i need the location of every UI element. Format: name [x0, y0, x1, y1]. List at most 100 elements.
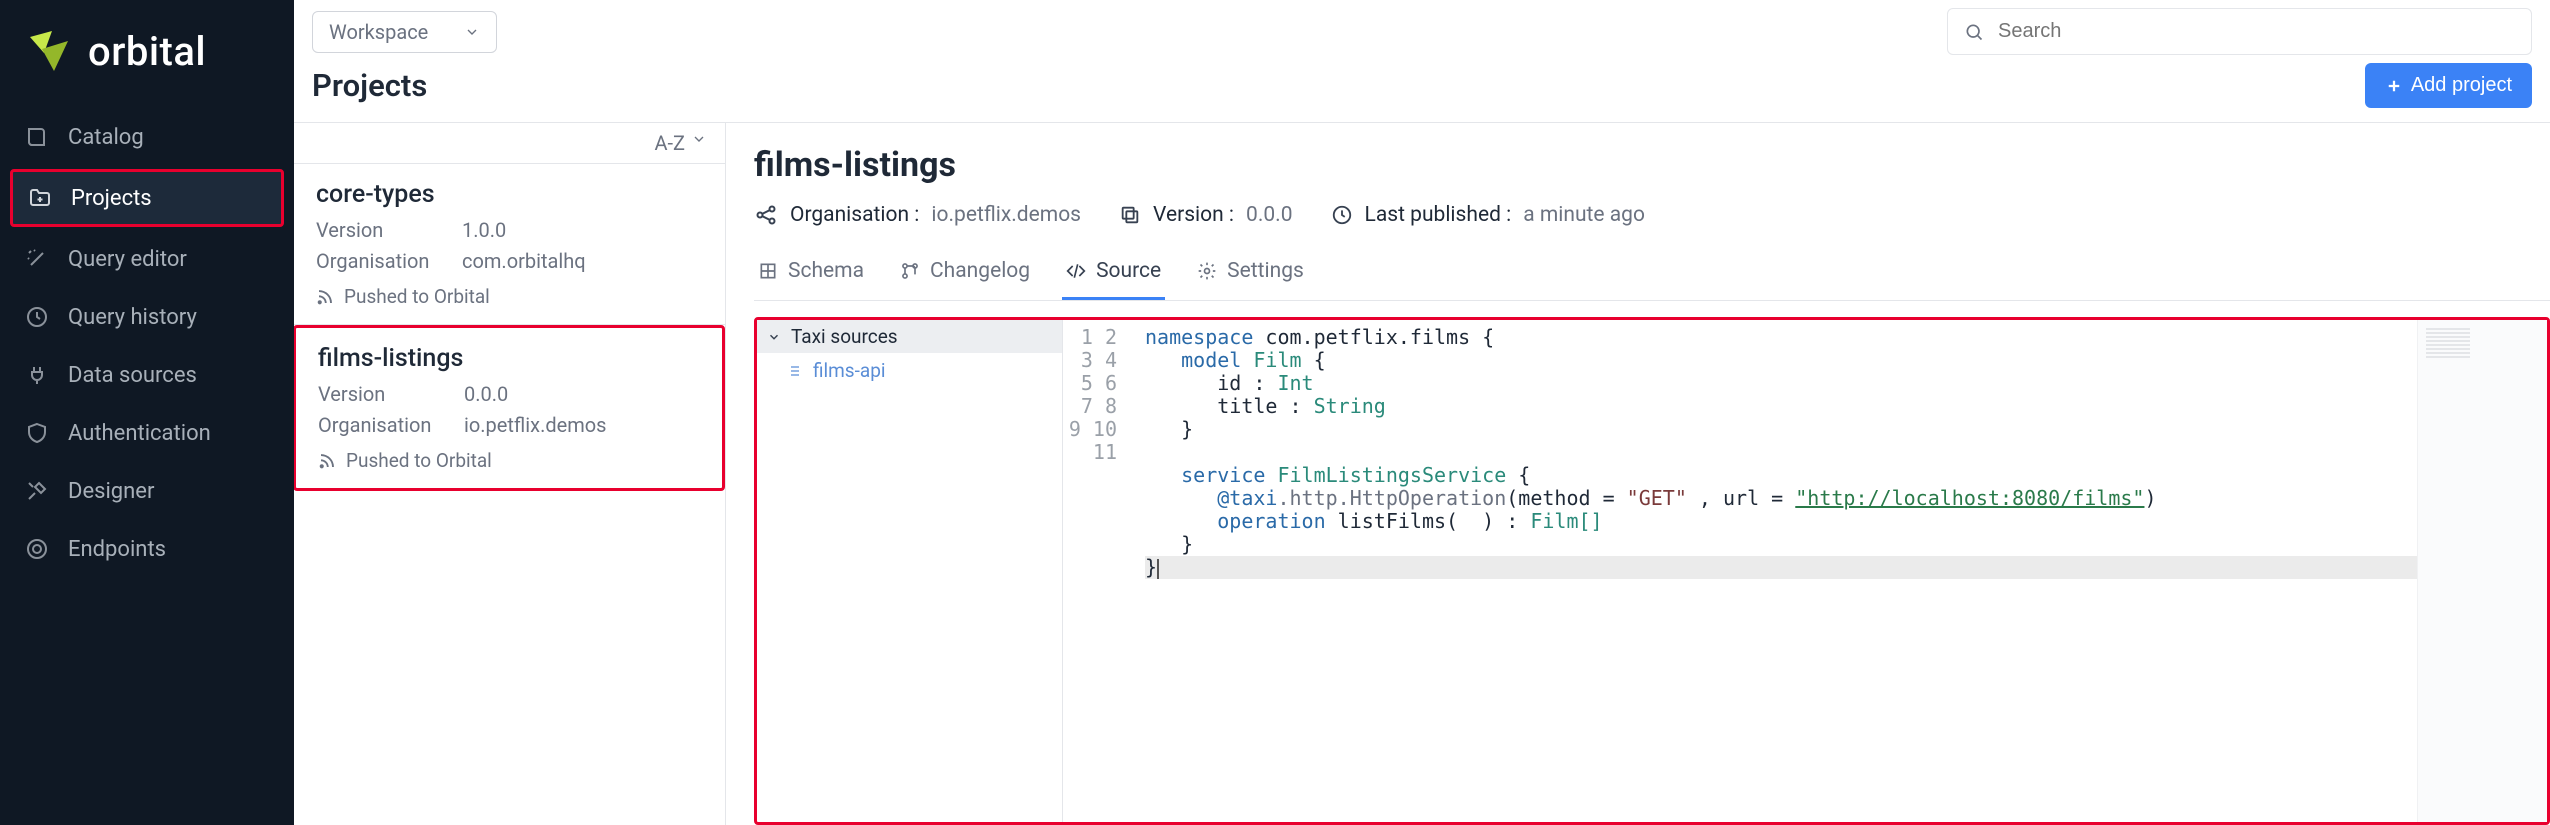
sidebar-item-query-editor[interactable]: Query editor: [10, 233, 284, 285]
brand-logo: orbital: [0, 0, 294, 111]
sidebar-item-designer[interactable]: Designer: [10, 465, 284, 517]
workspace-selector[interactable]: Workspace: [312, 11, 497, 53]
sidebar-item-label: Query editor: [68, 247, 187, 272]
method-val: "GET": [1627, 486, 1687, 510]
model-name: Film: [1253, 348, 1301, 372]
project-status: Pushed to Orbital: [318, 449, 700, 472]
page-header: Projects Add project: [294, 63, 2550, 122]
tab-changelog[interactable]: Changelog: [896, 249, 1034, 300]
organisation-meta: Organisation : io.petflix.demos: [754, 203, 1081, 227]
tab-schema[interactable]: Schema: [754, 249, 868, 300]
grid-icon: [758, 261, 778, 281]
sidebar-item-authentication[interactable]: Authentication: [10, 407, 284, 459]
sidebar-item-label: Designer: [68, 479, 154, 504]
brand-name: orbital: [88, 28, 206, 75]
tab-settings[interactable]: Settings: [1193, 249, 1308, 300]
sidebar-item-label: Query history: [68, 305, 197, 330]
sort-selector[interactable]: A-Z: [294, 123, 725, 164]
project-name: core-types: [316, 180, 703, 209]
sidebar-item-label: Authentication: [68, 421, 211, 446]
kw-service: service: [1181, 463, 1265, 487]
code-content[interactable]: namespace com.petflix.films { model Film…: [1129, 320, 2417, 822]
chevron-down-icon: [691, 131, 707, 155]
project-list: A-Z core-types Version1.0.0 Organisation…: [294, 123, 726, 825]
file-lines-icon: [787, 363, 803, 379]
op-name: listFilms: [1338, 509, 1446, 533]
add-project-button[interactable]: Add project: [2365, 63, 2532, 108]
field-id: id: [1217, 371, 1241, 395]
version-label: Version :: [1153, 203, 1234, 227]
org-value: com.orbitalhq: [462, 246, 586, 277]
tree-file-item[interactable]: films-api: [757, 353, 1062, 388]
sidebar-item-label: Endpoints: [68, 537, 166, 562]
method-key: method: [1518, 486, 1590, 510]
target-icon: [24, 536, 50, 562]
field-title: title: [1217, 394, 1277, 418]
chevron-down-icon: [767, 330, 781, 344]
search-icon: [1964, 22, 1984, 42]
branch-icon: [900, 261, 920, 281]
plug-icon: [24, 362, 50, 388]
shield-icon: [24, 420, 50, 446]
detail-meta: Organisation : io.petflix.demos Version …: [754, 203, 2550, 227]
version-key: Version: [318, 379, 430, 410]
kw-namespace: namespace: [1145, 325, 1253, 349]
tab-label: Settings: [1227, 259, 1304, 283]
detail-title: films-listings: [754, 145, 2550, 185]
org-value: io.petflix.demos: [931, 203, 1081, 227]
tab-label: Source: [1096, 259, 1161, 283]
url-val: "http://localhost:8080/films": [1795, 486, 2144, 510]
workspace-label: Workspace: [329, 20, 428, 44]
rss-icon: [318, 452, 336, 470]
topbar: Workspace: [294, 0, 2550, 63]
sidebar-nav: Catalog Projects Query editor Query hist…: [0, 111, 294, 575]
org-label: Organisation :: [790, 203, 919, 227]
tree-section-header[interactable]: Taxi sources: [757, 320, 1062, 353]
detail-tabs: Schema Changelog Source Settings: [754, 249, 2550, 301]
rss-icon: [316, 288, 334, 306]
sidebar-item-catalog[interactable]: Catalog: [10, 111, 284, 163]
tree-file-label: films-api: [813, 359, 886, 382]
gear-icon: [1197, 261, 1217, 281]
sidebar: orbital Catalog Projects Query editor Qu…: [0, 0, 294, 825]
org-key: Organisation: [316, 246, 428, 277]
type-int: Int: [1277, 371, 1313, 395]
sidebar-item-endpoints[interactable]: Endpoints: [10, 523, 284, 575]
sidebar-item-label: Catalog: [68, 125, 144, 150]
share-icon: [754, 203, 778, 227]
kw-operation: operation: [1217, 509, 1325, 533]
sidebar-item-query-history[interactable]: Query history: [10, 291, 284, 343]
file-tree: Taxi sources films-api: [757, 320, 1063, 822]
version-value: 0.0.0: [1246, 203, 1292, 227]
return-type: Film[]: [1530, 509, 1602, 533]
search-input[interactable]: [1996, 19, 2515, 44]
text-cursor: [1157, 559, 1159, 579]
ann-path: .http.HttpOperation: [1277, 486, 1506, 510]
tab-source[interactable]: Source: [1062, 249, 1165, 300]
content: A-Z core-types Version1.0.0 Organisation…: [294, 122, 2550, 825]
sidebar-item-data-sources[interactable]: Data sources: [10, 349, 284, 401]
version-value: 0.0.0: [464, 379, 508, 410]
service-name: FilmListingsService: [1277, 463, 1506, 487]
source-editor: Taxi sources films-api 1 2 3 4 5 6 7 8 9…: [754, 317, 2550, 825]
url-key: url: [1723, 486, 1759, 510]
project-card[interactable]: core-types Version1.0.0 Organisationcom.…: [294, 164, 725, 325]
published-value: a minute ago: [1523, 203, 1645, 227]
version-meta: Version : 0.0.0: [1119, 203, 1292, 227]
project-status: Pushed to Orbital: [316, 285, 703, 308]
code-editor[interactable]: 1 2 3 4 5 6 7 8 9 10 11 namespace com.pe…: [1063, 320, 2547, 822]
chevron-down-icon: [464, 24, 480, 40]
sidebar-item-projects[interactable]: Projects: [10, 169, 284, 227]
published-meta: Last published : a minute ago: [1331, 203, 1645, 227]
line-gutter: 1 2 3 4 5 6 7 8 9 10 11: [1063, 320, 1129, 822]
ann-decorator: @taxi: [1217, 486, 1277, 510]
version-key: Version: [316, 215, 428, 246]
clock-icon: [1331, 204, 1353, 226]
project-detail: films-listings Organisation : io.petflix…: [726, 123, 2550, 825]
code-icon: [1066, 261, 1086, 281]
search-box[interactable]: [1947, 8, 2532, 55]
project-card[interactable]: films-listings Version0.0.0 Organisation…: [294, 325, 725, 491]
add-project-label: Add project: [2411, 74, 2512, 97]
plus-icon: [2385, 77, 2403, 95]
code-minimap[interactable]: [2417, 320, 2547, 822]
